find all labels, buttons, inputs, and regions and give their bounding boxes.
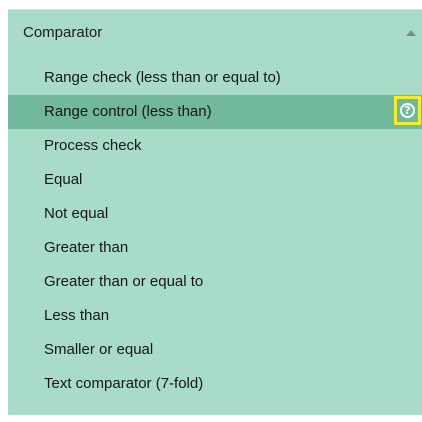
list-item-label: Equal bbox=[44, 171, 83, 188]
help-button[interactable]: ? bbox=[394, 96, 421, 125]
help-icon: ? bbox=[400, 103, 415, 118]
list-item[interactable]: Process check bbox=[8, 129, 422, 163]
list-item-label: Greater than bbox=[44, 239, 129, 256]
list-item-label: Smaller or equal bbox=[44, 341, 154, 358]
comparator-panel: Comparator Range check (less than or equ… bbox=[8, 9, 422, 415]
list-item-label: Range check (less than or equal to) bbox=[44, 69, 281, 86]
list-item-label: Greater than or equal to bbox=[44, 273, 204, 290]
list-item[interactable]: Equal bbox=[8, 163, 422, 197]
list-item[interactable]: Greater than bbox=[8, 231, 422, 265]
list-item-label: Range control (less than) bbox=[44, 103, 212, 120]
comparator-options-list: Range check (less than or equal to) Rang… bbox=[8, 61, 422, 401]
list-item[interactable]: Text comparator (7-fold) bbox=[8, 367, 422, 401]
list-item-label: Process check bbox=[44, 137, 142, 154]
list-item[interactable]: Not equal bbox=[8, 197, 422, 231]
list-item[interactable]: Range check (less than or equal to) bbox=[8, 61, 422, 95]
list-item[interactable]: Less than bbox=[8, 299, 422, 333]
list-item-label: Not equal bbox=[44, 205, 109, 222]
list-item[interactable]: Greater than or equal to bbox=[8, 265, 422, 299]
section-title: Comparator bbox=[23, 24, 103, 41]
list-item[interactable]: Smaller or equal bbox=[8, 333, 422, 367]
comparator-section-header[interactable]: Comparator bbox=[8, 10, 422, 52]
chevron-up-icon[interactable] bbox=[406, 30, 416, 36]
list-item-label: Less than bbox=[44, 307, 110, 324]
list-item-label: Text comparator (7-fold) bbox=[44, 375, 204, 392]
page-frame: Comparator Range check (less than or equ… bbox=[0, 0, 422, 422]
list-item-selected[interactable]: Range control (less than) ? bbox=[8, 95, 422, 129]
